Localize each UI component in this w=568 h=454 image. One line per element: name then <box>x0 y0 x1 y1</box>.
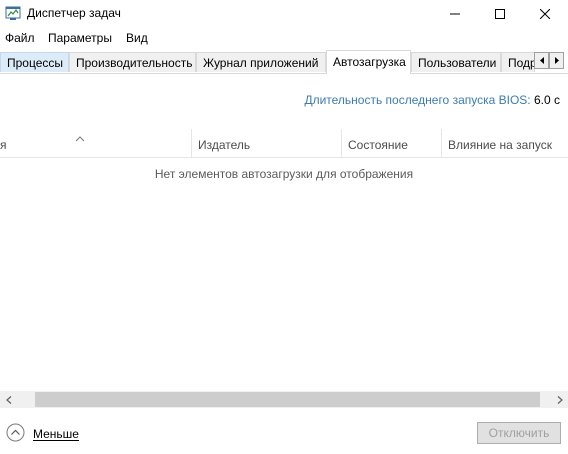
horizontal-scrollbar[interactable] <box>0 391 568 408</box>
menu-file[interactable]: Файл <box>5 31 35 45</box>
minimize-button[interactable] <box>432 0 478 27</box>
bios-info: Длительность последнего запуска BIOS: 6.… <box>304 93 560 107</box>
empty-list-message: Нет элементов автозагрузки для отображен… <box>154 167 414 181</box>
fewer-details-label[interactable]: Меньше <box>33 427 79 441</box>
scroll-right-button[interactable] <box>551 391 568 408</box>
tab-app-history[interactable]: Журнал приложений <box>196 52 326 72</box>
menu-bar: Файл Параметры Вид <box>0 28 568 48</box>
chevron-left-icon <box>5 395 11 404</box>
window-title: Диспетчер задач <box>27 6 121 20</box>
triangle-left-icon <box>539 57 544 64</box>
tab-users[interactable]: Пользователи <box>411 52 501 72</box>
column-status[interactable]: Состояние <box>342 129 442 157</box>
maximize-button[interactable] <box>477 0 523 27</box>
bios-label: Длительность последнего запуска BIOS: <box>304 93 531 107</box>
maximize-icon <box>495 8 505 19</box>
minimize-icon <box>450 13 460 14</box>
tab-scroll-left-button[interactable] <box>534 52 549 69</box>
chevron-right-icon <box>557 395 563 404</box>
task-manager-icon <box>5 5 21 21</box>
tab-performance[interactable]: Производительность <box>69 52 196 72</box>
column-publisher[interactable]: Издатель <box>192 129 342 157</box>
tab-details[interactable]: Подр <box>501 52 535 72</box>
close-icon <box>540 8 550 19</box>
column-startup-impact[interactable]: Влияние на запуск <box>442 129 568 157</box>
chevron-up-circle-icon <box>6 423 25 445</box>
menu-options[interactable]: Параметры <box>48 31 112 45</box>
tab-processes[interactable]: Процессы <box>0 52 69 72</box>
column-name[interactable]: я <box>0 129 192 157</box>
close-button[interactable] <box>522 0 568 27</box>
tab-strip: Процессы Производительность Журнал прило… <box>0 50 568 74</box>
title-bar: Диспетчер задач <box>0 0 568 27</box>
bios-value: 6.0 с <box>533 93 560 107</box>
tab-scroll-right-button[interactable] <box>549 52 564 69</box>
triangle-right-icon <box>554 57 559 64</box>
menu-view[interactable]: Вид <box>126 31 148 45</box>
disable-button[interactable]: Отключить <box>477 422 561 444</box>
scroll-left-button[interactable] <box>0 391 17 408</box>
tab-startup[interactable]: Автозагрузка <box>326 50 411 74</box>
column-header-row: я Издатель Состояние Влияние на запуск <box>0 129 568 158</box>
fewer-details-toggle[interactable]: Меньше <box>6 423 79 445</box>
scrollbar-thumb[interactable] <box>35 392 540 407</box>
